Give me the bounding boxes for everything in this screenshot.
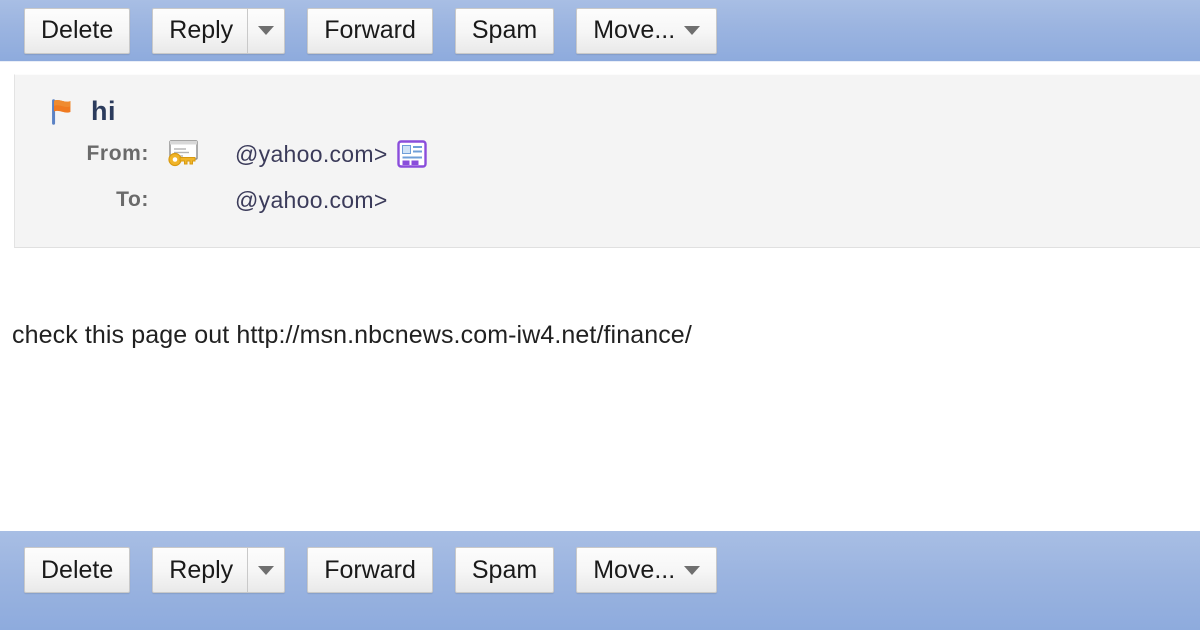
spam-button-label: Spam [471,555,538,584]
from-label: From: [86,142,149,165]
move-button-label: Move... [593,555,676,584]
chevron-down-icon [684,26,701,35]
from-address: @yahoo.com> [235,140,388,167]
spam-button[interactable]: Spam [454,547,555,593]
message-header-panel: hi From: @yahoo.com> To: @yahoo.com> [14,74,1200,248]
spam-button-label: Spam [471,16,538,44]
reply-button[interactable]: Reply [152,7,286,54]
subject-text: hi [91,95,116,126]
move-button[interactable]: Move... [576,7,718,54]
reply-button-label: Reply [169,555,234,584]
spam-button[interactable]: Spam [454,7,555,54]
subject-row: hi [37,91,1200,131]
from-row: From: @yahoo.com> [37,131,1200,177]
chevron-down-icon [684,565,701,575]
flag-icon[interactable] [47,96,77,126]
chevron-down-icon [258,565,275,575]
certificate-key-icon [168,140,198,167]
reply-button-label: Reply [169,16,234,44]
toolbar-bottom: Delete Reply Forward Spam Move... [0,531,1200,630]
chevron-down-icon [258,26,275,35]
delete-button[interactable]: Delete [24,547,131,593]
move-button-label: Move... [593,16,676,44]
reply-dropdown-toggle[interactable] [248,9,284,53]
to-address: @yahoo.com> [235,186,388,213]
delete-button-label: Delete [41,16,114,44]
to-row: To: @yahoo.com> [37,177,1200,223]
forward-button-label: Forward [324,555,416,584]
message-body: check this page out http://msn.nbcnews.c… [12,321,692,349]
move-button[interactable]: Move... [576,547,718,593]
toolbar-top: Delete Reply Forward Spam Move... [0,0,1200,62]
forward-button-label: Forward [324,16,416,44]
forward-button[interactable]: Forward [307,7,433,54]
delete-button[interactable]: Delete [24,7,131,54]
to-label: To: [116,188,149,211]
reply-button[interactable]: Reply [152,547,286,593]
reply-dropdown-toggle[interactable] [248,548,284,592]
forward-button[interactable]: Forward [307,547,433,593]
delete-button-label: Delete [41,555,114,584]
add-to-contacts-icon[interactable] [396,139,428,169]
